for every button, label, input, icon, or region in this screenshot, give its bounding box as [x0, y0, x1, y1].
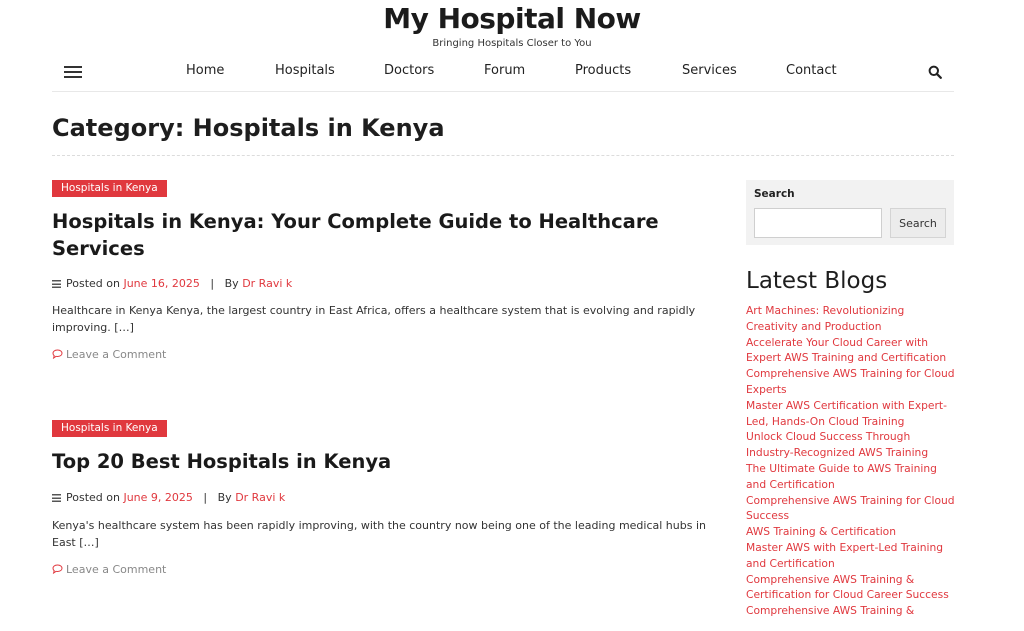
search-icon[interactable] [928, 65, 942, 79]
nav-item-home[interactable]: Home [186, 63, 224, 78]
list-icon [52, 280, 61, 288]
hamburger-menu-icon[interactable] [64, 66, 82, 78]
post-excerpt: Healthcare in Kenya Kenya, the largest c… [52, 304, 696, 334]
list-item[interactable]: AWS Training & Certification [746, 524, 956, 540]
list-item[interactable]: Master AWS with Expert-Led Training and … [746, 540, 956, 572]
main-navigation: Home Hospitals Doctors Forum Products Se… [52, 57, 954, 92]
search-widget-label: Search [754, 188, 795, 200]
post-date[interactable]: June 9, 2025 [123, 491, 192, 504]
post-excerpt: Kenya's healthcare system has been rapid… [52, 519, 706, 549]
list-icon [52, 494, 61, 502]
latest-blogs-title: Latest Blogs [746, 268, 888, 294]
nav-item-forum[interactable]: Forum [484, 63, 525, 78]
list-item[interactable]: Art Machines: Revolutionizing Creativity… [746, 303, 956, 335]
post-author[interactable]: Dr Ravi k [235, 491, 285, 504]
list-item[interactable]: The Ultimate Guide to AWS Training and C… [746, 461, 956, 493]
nav-item-contact[interactable]: Contact [786, 63, 837, 78]
search-button[interactable]: Search [890, 208, 946, 238]
leave-comment-link[interactable]: Leave a Comment [52, 348, 166, 361]
post-title[interactable]: Top 20 Best Hospitals in Kenya [52, 448, 692, 475]
page-title: Category: Hospitals in Kenya [52, 114, 445, 142]
nav-item-hospitals[interactable]: Hospitals [275, 63, 335, 78]
post-title[interactable]: Hospitals in Kenya: Your Complete Guide … [52, 208, 692, 262]
post-meta: Posted on June 9, 2025 | By Dr Ravi k [52, 491, 285, 504]
nav-item-products[interactable]: Products [575, 63, 631, 78]
search-input[interactable] [754, 208, 882, 238]
title-divider [52, 155, 954, 156]
nav-item-services[interactable]: Services [682, 63, 737, 78]
nav-item-doctors[interactable]: Doctors [384, 63, 434, 78]
list-item[interactable]: Master AWS Certification with Expert-Led… [746, 398, 956, 430]
category-badge[interactable]: Hospitals in Kenya [52, 420, 167, 437]
site-tagline: Bringing Hospitals Closer to You [432, 38, 592, 49]
comment-icon [52, 564, 63, 575]
list-item[interactable]: Accelerate Your Cloud Career with Expert… [746, 335, 956, 367]
leave-comment-link[interactable]: Leave a Comment [52, 563, 166, 576]
list-item[interactable]: Comprehensive AWS Training for Cloud Exp… [746, 366, 956, 398]
category-badge[interactable]: Hospitals in Kenya [52, 180, 167, 197]
post-date[interactable]: June 16, 2025 [123, 277, 199, 290]
latest-blogs-list: Art Machines: Revolutionizing Creativity… [746, 303, 956, 619]
list-item[interactable]: Unlock Cloud Success Through Industry-Re… [746, 429, 956, 461]
list-item[interactable]: Comprehensive AWS Training & Certificati… [746, 572, 956, 604]
list-item[interactable]: Comprehensive AWS Training & [746, 603, 956, 619]
list-item[interactable]: Comprehensive AWS Training for Cloud Suc… [746, 493, 956, 525]
search-widget: Search Search [746, 180, 954, 245]
post-meta: Posted on June 16, 2025 | By Dr Ravi k [52, 277, 292, 290]
comment-icon [52, 349, 63, 360]
site-title[interactable]: My Hospital Now [0, 2, 1024, 35]
post-author[interactable]: Dr Ravi k [242, 277, 292, 290]
